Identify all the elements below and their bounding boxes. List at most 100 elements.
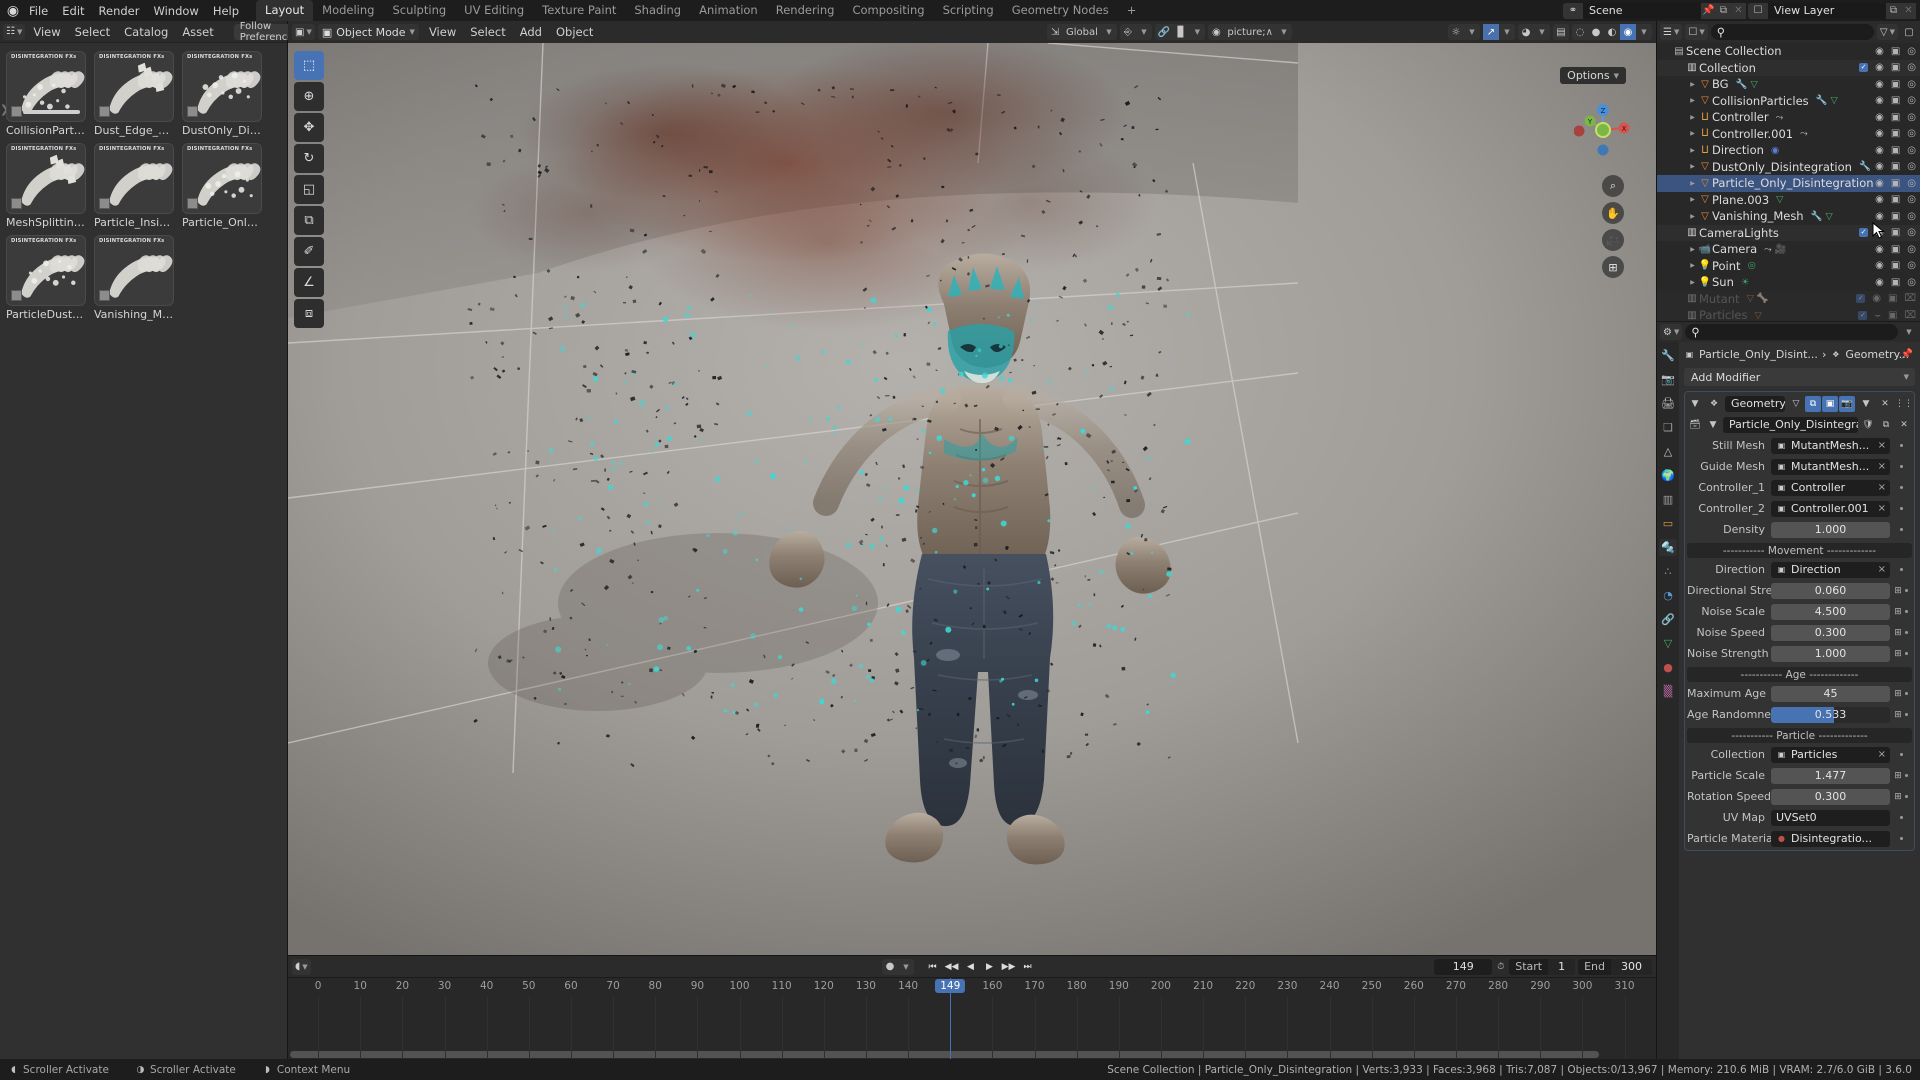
scene-selector[interactable]: ⚭ Scene 📌 ⧉ ✕ xyxy=(1563,3,1746,19)
outliner-tree[interactable]: ▤ Scene Collection ◉ ▣ ◎ ▥ Collection ✓ ◉ ▣ ◎ ▶ ▽ BG 🔧… xyxy=(1657,43,1920,321)
animate-property-icon[interactable] xyxy=(1905,692,1908,695)
input-field-particle-scale[interactable]: 1.477 xyxy=(1771,768,1890,784)
asset-thumbnail[interactable]: DISINTEGRATION FXs xyxy=(6,235,86,306)
input-field-collection[interactable]: ▣ Particles × xyxy=(1771,747,1890,763)
editor-type-selector[interactable]: ▣ ▼ xyxy=(292,24,315,40)
monitor-icon[interactable]: ▣ xyxy=(1891,260,1900,271)
animate-property-icon[interactable] xyxy=(1900,507,1903,510)
editor-type-selector[interactable]: ◖ ▼ xyxy=(292,959,311,975)
pin-icon[interactable]: 📌 xyxy=(1701,3,1716,19)
workspace-tab-geometry-nodes[interactable]: Geometry Nodes xyxy=(1003,0,1118,21)
outliner-row[interactable]: ▥ Collection ✓ ◉ ▣ ◎ xyxy=(1657,60,1920,77)
shading-mode-solid[interactable]: ● xyxy=(1588,24,1604,40)
workspace-tab-sculpting[interactable]: Sculpting xyxy=(383,0,455,21)
monitor-icon[interactable]: ▣ xyxy=(1891,112,1900,123)
3d-viewport[interactable]: Options ▼ ⬚ ⊕ ✥ ↻ ◱ ⧉ ✐ ∠ ⧈ Z Y X ⌕ ✋ 🎥 … xyxy=(288,43,1656,955)
input-value[interactable]: Controller.001 xyxy=(1791,502,1869,515)
outliner-item-name[interactable]: Controller xyxy=(1712,110,1769,124)
mesh-data-icon[interactable]: ▽ xyxy=(1776,194,1783,205)
animate-property-icon[interactable] xyxy=(1900,568,1903,571)
outliner-filter-button[interactable]: ▽ ▼ xyxy=(1877,24,1898,40)
eye-icon[interactable]: ⌣ xyxy=(1874,310,1881,321)
eye-icon[interactable]: ◉ xyxy=(1875,194,1884,205)
prev-keyframe-button[interactable]: ◀◀ xyxy=(943,959,960,975)
expand-arrow-icon[interactable]: ▶ xyxy=(1687,114,1698,121)
mesh-data-icon[interactable]: ▽ xyxy=(1831,95,1838,106)
asset-item[interactable]: DISINTEGRATION FXsParticle_Only_Disi... xyxy=(182,143,262,229)
eye-icon[interactable]: ◉ xyxy=(1875,260,1884,271)
asset-item[interactable]: DISINTEGRATION FXsParticle_Inside_Fill xyxy=(94,143,174,229)
insert-keyframe-icon[interactable]: ⊞ xyxy=(1894,586,1902,596)
animate-property-icon[interactable] xyxy=(1905,774,1908,777)
pan-hand-icon[interactable]: ✋ xyxy=(1602,202,1624,224)
jump-end-button[interactable]: ⏭ xyxy=(1019,959,1036,975)
asset-menu-catalog[interactable]: Catalog xyxy=(117,23,175,41)
record-icon[interactable]: ● xyxy=(882,959,898,975)
outliner-item-name[interactable]: BG xyxy=(1712,77,1729,91)
asset-thumbnail[interactable]: DISINTEGRATION FXs xyxy=(182,51,262,122)
input-value[interactable]: 0.300 xyxy=(1815,626,1847,639)
asset-item[interactable]: DISINTEGRATION FXs Vanishing_Mesh xyxy=(94,235,174,321)
workspace-tab-texture-paint[interactable]: Texture Paint xyxy=(533,0,625,21)
expand-arrow-icon[interactable]: ▶ xyxy=(1687,262,1698,269)
asset-thumbnail[interactable]: DISINTEGRATION FXs xyxy=(182,143,262,214)
outliner-row[interactable]: ▶ ⨿ Direction ◉ ◉ ▣ ◎ xyxy=(1657,142,1920,159)
properties-tab-texture[interactable]: ▒ xyxy=(1659,683,1677,700)
add-workspace-tab[interactable]: + xyxy=(1118,0,1146,21)
current-frame-field[interactable]: 149 xyxy=(1434,959,1492,975)
expand-arrow-icon[interactable]: ▶ xyxy=(1687,246,1698,253)
asset-menu-select[interactable]: Select xyxy=(68,23,117,41)
outliner-row[interactable]: ▥ Particles ▽ ✓ ⌣ ▣ ⌧ xyxy=(1657,307,1920,321)
input-value[interactable]: 1.000 xyxy=(1815,523,1847,536)
input-field-uv-map[interactable]: UVSet0 xyxy=(1771,810,1890,826)
insert-keyframe-icon[interactable]: ⊞ xyxy=(1894,710,1902,720)
animate-property-icon[interactable] xyxy=(1905,589,1908,592)
clear-node-group-icon[interactable]: ✕ xyxy=(1896,417,1912,433)
input-value[interactable]: UVSet0 xyxy=(1776,811,1817,824)
realtime-display-icon[interactable]: ▣ xyxy=(1822,396,1838,412)
camera-render-icon[interactable]: ◎ xyxy=(1907,277,1916,288)
wrench-icon[interactable]: 🔧 xyxy=(1736,79,1748,90)
input-value[interactable]: 0.533 xyxy=(1815,708,1847,721)
properties-tab-collection-props[interactable]: ▥ xyxy=(1659,491,1677,508)
eye-icon[interactable]: ◉ xyxy=(1875,128,1884,139)
animate-property-icon[interactable] xyxy=(1900,816,1903,819)
modifier-extras-icon[interactable]: ▼ xyxy=(1858,396,1874,412)
editor-type-selector[interactable]: ☷ ▼ xyxy=(3,24,25,40)
close-icon[interactable]: ✕ xyxy=(1731,3,1746,19)
measure-icon[interactable]: ∠ xyxy=(294,268,324,297)
play-reverse-button[interactable]: ◀ xyxy=(962,959,979,975)
breadcrumb-modifier[interactable]: Geometry... xyxy=(1845,348,1909,361)
input-value[interactable]: 1.477 xyxy=(1815,769,1847,782)
node-group-browse-icon[interactable]: 🗃 xyxy=(1687,417,1703,433)
mesh-icon[interactable]: ▽ xyxy=(1754,310,1761,321)
outliner-item-name[interactable]: Point xyxy=(1712,259,1741,273)
move-icon[interactable]: ✥ xyxy=(294,113,324,142)
outliner-row[interactable]: ▶ 📹 Camera ⤳ 🎥 ◉ ▣ ◎ xyxy=(1657,241,1920,258)
outliner-row[interactable]: ▶ 💡 Point ◎ ◉ ▣ ◎ xyxy=(1657,258,1920,275)
workspace-tab-modeling[interactable]: Modeling xyxy=(313,0,383,21)
properties-tab-render[interactable]: 📷 xyxy=(1659,371,1677,388)
end-value[interactable]: 300 xyxy=(1611,959,1652,975)
shading-mode-rendered[interactable]: ◉ xyxy=(1620,24,1636,40)
input-field-still-mesh[interactable]: ▣ MutantMesh... × xyxy=(1771,438,1890,454)
outliner-row[interactable]: ▶ ▽ Particle_Only_Disintegration ◉ ▣ ◎ xyxy=(1657,175,1920,192)
wrench-icon[interactable]: 🔧 xyxy=(1816,95,1828,106)
animate-property-icon[interactable] xyxy=(1900,465,1903,468)
app-menu-help[interactable]: Help xyxy=(206,2,246,20)
annotate-icon[interactable]: ✐ xyxy=(294,237,324,266)
monitor-icon[interactable]: ▣ xyxy=(1888,310,1897,321)
outliner-item-name[interactable]: DustOnly_Disintegration xyxy=(1712,160,1852,174)
input-value[interactable]: 1.000 xyxy=(1815,647,1847,660)
modifier-remove-icon[interactable]: ✕ xyxy=(1877,396,1893,412)
properties-tab-world[interactable]: 🌍 xyxy=(1659,467,1677,484)
input-field-maximum-age[interactable]: 45 xyxy=(1771,686,1890,702)
viewport-menu-object[interactable]: Object xyxy=(549,23,600,41)
outliner-row[interactable]: ▶ ▽ BG 🔧 ▽ ◉ ▣ ◎ xyxy=(1657,76,1920,93)
monitor-icon[interactable]: ▣ xyxy=(1891,277,1900,288)
chevron-down-icon[interactable]: ▼ xyxy=(1687,396,1703,412)
insert-keyframe-icon[interactable]: ⊞ xyxy=(1894,607,1902,617)
workspace-tab-animation[interactable]: Animation xyxy=(690,0,767,21)
asset-item[interactable]: DISINTEGRATION FXs CollisionParticles xyxy=(6,51,86,137)
scale-icon[interactable]: ◱ xyxy=(294,175,324,204)
